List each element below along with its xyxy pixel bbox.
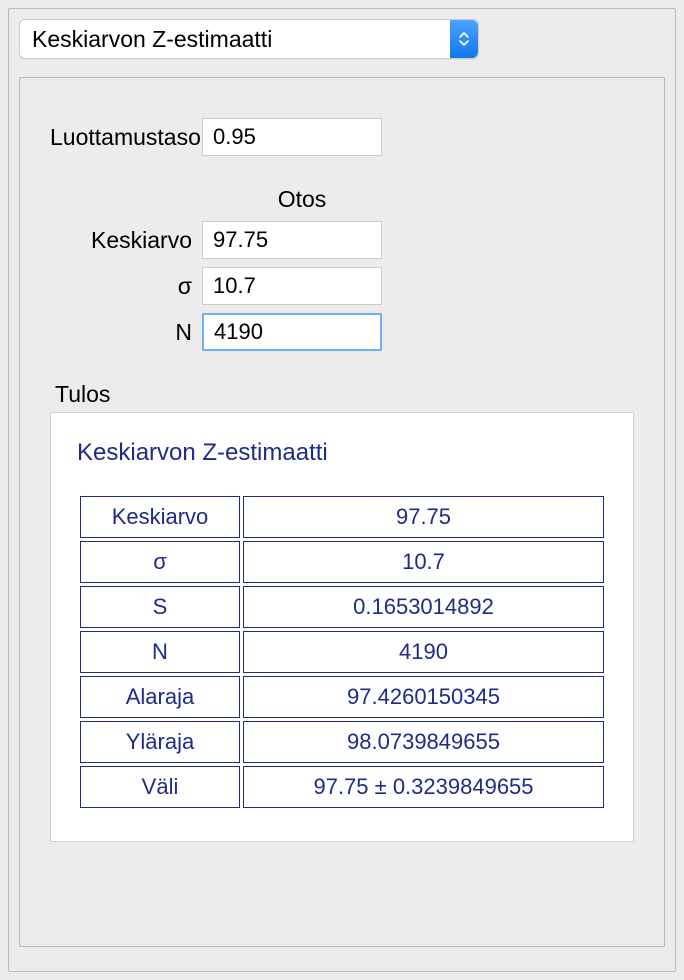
result-row: σ10.7 — [80, 541, 604, 583]
result-row: Alaraja97.4260150345 — [80, 676, 604, 718]
result-section-label: Tulos — [55, 381, 634, 408]
result-row: Yläraja98.0739849655 — [80, 721, 604, 763]
n-label: N — [50, 319, 202, 346]
method-dropdown[interactable]: Keskiarvon Z-estimaatti — [19, 19, 479, 59]
chevron-updown-icon — [450, 20, 478, 58]
result-row-value: 98.0739849655 — [243, 721, 604, 763]
result-row-value: 10.7 — [243, 541, 604, 583]
confidence-input[interactable] — [202, 118, 382, 156]
result-row-value: 97.4260150345 — [243, 676, 604, 718]
mean-input[interactable] — [202, 221, 382, 259]
inner-panel: Luottamustaso Otos Keskiarvo σ N Tulos K… — [19, 77, 665, 947]
n-input[interactable] — [202, 313, 382, 351]
result-row: Keskiarvo97.75 — [80, 496, 604, 538]
result-row-label: σ — [80, 541, 240, 583]
sigma-row: σ — [50, 267, 634, 305]
result-panel: Keskiarvon Z-estimaatti Keskiarvo97.75σ1… — [50, 412, 634, 842]
mean-label: Keskiarvo — [50, 227, 202, 254]
result-row: Väli97.75 ± 0.3239849655 — [80, 766, 604, 808]
result-row-label: Yläraja — [80, 721, 240, 763]
result-row-label: Väli — [80, 766, 240, 808]
result-title: Keskiarvon Z-estimaatti — [77, 439, 607, 467]
confidence-label: Luottamustaso — [50, 124, 202, 151]
dropdown-row: Keskiarvon Z-estimaatti — [19, 19, 665, 59]
result-row-label: N — [80, 631, 240, 673]
result-row-value: 4190 — [243, 631, 604, 673]
result-row-label: Keskiarvo — [80, 496, 240, 538]
result-row-value: 97.75 — [243, 496, 604, 538]
sigma-label: σ — [50, 273, 202, 300]
confidence-row: Luottamustaso — [50, 118, 634, 156]
app-container: Keskiarvon Z-estimaatti Luottamustaso Ot… — [8, 8, 676, 972]
result-row-label: S — [80, 586, 240, 628]
result-row: N4190 — [80, 631, 604, 673]
sample-header: Otos — [212, 186, 392, 213]
result-row-value: 97.75 ± 0.3239849655 — [243, 766, 604, 808]
dropdown-selected-text: Keskiarvon Z-estimaatti — [20, 26, 450, 53]
result-table: Keskiarvo97.75σ10.7S0.1653014892N4190Ala… — [77, 493, 607, 811]
result-row: S0.1653014892 — [80, 586, 604, 628]
mean-row: Keskiarvo — [50, 221, 634, 259]
result-row-value: 0.1653014892 — [243, 586, 604, 628]
n-row: N — [50, 313, 634, 351]
result-row-label: Alaraja — [80, 676, 240, 718]
sigma-input[interactable] — [202, 267, 382, 305]
